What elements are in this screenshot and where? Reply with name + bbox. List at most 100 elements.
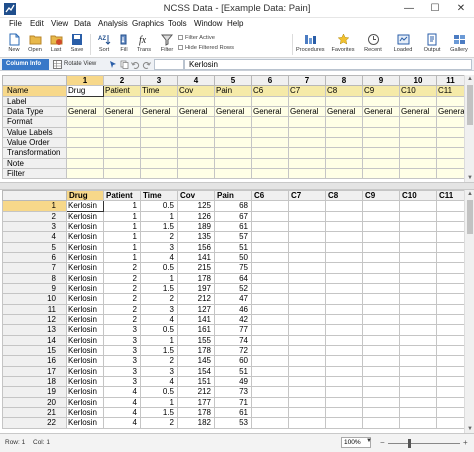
data-cell[interactable] — [251, 365, 289, 377]
data-cell[interactable] — [399, 375, 437, 388]
property-cell[interactable] — [103, 167, 141, 180]
data-cell[interactable]: 61 — [214, 220, 252, 233]
data-cell[interactable] — [325, 251, 363, 264]
data-cell[interactable] — [436, 293, 465, 305]
property-cell[interactable] — [362, 116, 400, 128]
open-button[interactable]: Open — [25, 32, 45, 57]
save-button[interactable]: Save — [67, 32, 87, 57]
data-cell[interactable] — [288, 355, 326, 367]
data-cell[interactable]: 178 — [177, 406, 215, 419]
row-number[interactable]: 11 — [2, 303, 67, 315]
row-number[interactable]: 13 — [2, 324, 67, 336]
data-cell[interactable] — [362, 251, 400, 264]
data-cell[interactable]: 2 — [103, 303, 141, 315]
property-cell[interactable] — [66, 126, 104, 138]
data-cell[interactable]: 141 — [177, 251, 215, 264]
property-cell[interactable] — [140, 157, 178, 169]
data-cell[interactable] — [399, 396, 437, 408]
column-header[interactable]: Drug — [66, 189, 104, 202]
data-cell[interactable]: 4 — [103, 386, 141, 398]
row-number[interactable]: 18 — [2, 375, 67, 388]
property-cell[interactable] — [103, 116, 141, 128]
property-cell[interactable] — [66, 157, 104, 169]
property-cell[interactable]: General — [362, 105, 400, 118]
data-cell[interactable] — [362, 303, 400, 315]
menu-data[interactable]: Data — [74, 19, 91, 28]
data-cell[interactable]: 64 — [214, 272, 252, 284]
row-number[interactable]: 5 — [2, 241, 67, 253]
data-cell[interactable]: 126 — [177, 210, 215, 223]
property-cell[interactable] — [288, 157, 326, 169]
data-cell[interactable]: 0.5 — [140, 262, 178, 274]
property-cell[interactable]: General — [103, 105, 141, 118]
property-cell[interactable] — [436, 157, 465, 169]
data-cell[interactable] — [436, 324, 465, 336]
property-cell[interactable] — [325, 147, 363, 159]
close-button[interactable]: ✕ — [448, 1, 474, 17]
data-cell[interactable] — [288, 406, 326, 419]
data-cell[interactable] — [436, 396, 465, 408]
data-cell[interactable] — [436, 262, 465, 274]
data-cell[interactable]: 68 — [214, 200, 252, 212]
data-cell[interactable]: Kerlosin — [66, 303, 104, 315]
data-cell[interactable] — [325, 355, 363, 367]
data-cell[interactable]: 51 — [214, 241, 252, 253]
row-number[interactable]: 16 — [2, 355, 67, 367]
menu-view[interactable]: View — [51, 19, 68, 28]
data-cell[interactable]: 154 — [177, 365, 215, 377]
zoom-slider-track[interactable] — [388, 443, 460, 444]
property-cell[interactable] — [362, 136, 400, 149]
data-cell[interactable]: 2 — [140, 231, 178, 243]
data-cell[interactable] — [399, 231, 437, 243]
data-cell[interactable] — [288, 313, 326, 326]
data-cell[interactable] — [288, 272, 326, 284]
property-cell[interactable]: C9 — [362, 85, 400, 97]
property-cell[interactable] — [140, 126, 178, 138]
data-cell[interactable] — [399, 220, 437, 233]
row-number[interactable]: 9 — [2, 282, 67, 295]
data-cell[interactable] — [362, 231, 400, 243]
property-cell[interactable] — [103, 147, 141, 159]
data-cell[interactable] — [362, 386, 400, 398]
property-cell[interactable]: Time — [140, 85, 178, 97]
data-cell[interactable] — [325, 334, 363, 346]
property-cell[interactable]: Patient — [103, 85, 141, 97]
property-cell[interactable] — [66, 147, 104, 159]
data-cell[interactable]: 4 — [140, 251, 178, 264]
property-cell[interactable] — [436, 95, 465, 108]
property-cell[interactable] — [177, 136, 215, 149]
property-cell[interactable] — [177, 157, 215, 169]
data-cell[interactable]: Kerlosin — [66, 406, 104, 419]
data-cell[interactable] — [436, 251, 465, 264]
property-cell[interactable] — [66, 167, 104, 180]
data-cell[interactable] — [288, 334, 326, 346]
data-cell[interactable] — [325, 313, 363, 326]
property-cell[interactable] — [325, 126, 363, 138]
grid-view-icon[interactable] — [53, 60, 62, 69]
property-cell[interactable] — [177, 126, 215, 138]
data-cell[interactable]: 0.5 — [140, 386, 178, 398]
data-cell[interactable]: 3 — [103, 355, 141, 367]
property-cell[interactable] — [140, 116, 178, 128]
property-cell[interactable] — [214, 95, 252, 108]
property-cell[interactable] — [288, 167, 326, 180]
property-cell[interactable]: Cov — [177, 85, 215, 97]
property-cell[interactable] — [251, 157, 289, 169]
data-cell[interactable]: 178 — [177, 344, 215, 357]
property-cell[interactable] — [103, 136, 141, 149]
row-number[interactable]: 4 — [2, 231, 67, 243]
data-cell[interactable] — [436, 365, 465, 377]
column-header[interactable]: C9 — [362, 189, 400, 202]
property-cell[interactable]: C7 — [288, 85, 326, 97]
property-cell[interactable] — [325, 116, 363, 128]
property-cell[interactable] — [288, 116, 326, 128]
data-cell[interactable] — [251, 293, 289, 305]
data-cell[interactable] — [399, 386, 437, 398]
data-cell[interactable]: Kerlosin — [66, 200, 104, 212]
data-cell[interactable]: 1 — [103, 220, 141, 233]
data-cell[interactable] — [362, 375, 400, 388]
data-cell[interactable]: 67 — [214, 210, 252, 223]
data-cell[interactable]: 1 — [103, 231, 141, 243]
redo-icon[interactable] — [142, 60, 151, 69]
data-cell[interactable]: 72 — [214, 344, 252, 357]
